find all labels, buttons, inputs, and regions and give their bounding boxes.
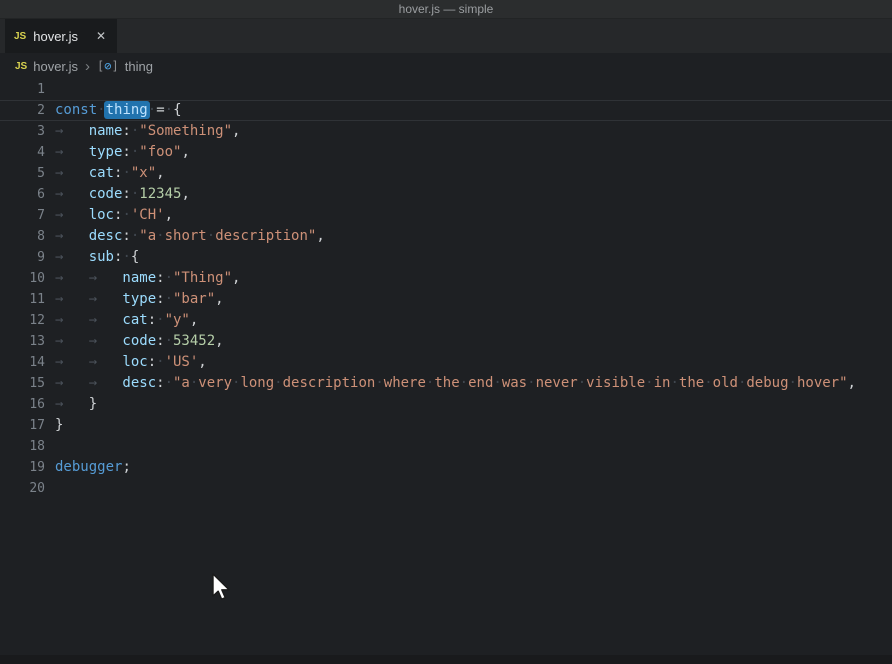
code-text: →→type:·"bar",: [45, 289, 892, 310]
line-number[interactable]: 9: [0, 247, 45, 268]
window-title: hover.js — simple: [399, 2, 494, 16]
titlebar[interactable]: hover.js — simple: [0, 0, 892, 19]
code-text: →→name:·"Thing",: [45, 268, 892, 289]
javascript-file-icon: JS: [14, 31, 26, 42]
code-line[interactable]: 10→→name:·"Thing",: [0, 268, 892, 289]
code-editor[interactable]: 12const·thing·=·{3→name:·"Something",4→t…: [0, 79, 892, 664]
code-text: debugger;: [45, 457, 892, 478]
line-number[interactable]: 7: [0, 205, 45, 226]
line-number[interactable]: 18: [0, 436, 45, 457]
line-number[interactable]: 2: [0, 100, 45, 121]
code-line[interactable]: 4→type:·"foo",: [0, 142, 892, 163]
code-text: →name:·"Something",: [45, 121, 892, 142]
line-number[interactable]: 16: [0, 394, 45, 415]
code-line[interactable]: 12→→cat:·"y",: [0, 310, 892, 331]
tab-label: hover.js: [33, 29, 87, 44]
code-text: }: [45, 415, 892, 436]
breadcrumb-symbol[interactable]: thing: [125, 59, 153, 74]
chevron-right-icon: ›: [85, 59, 90, 74]
line-number[interactable]: 1: [0, 79, 45, 100]
code-text: →→code:·53452,: [45, 331, 892, 352]
code-line[interactable]: 19debugger;: [0, 457, 892, 478]
code-text: →→loc:·'US',: [45, 352, 892, 373]
breadcrumb: JS hover.js › [⊘] thing: [0, 53, 892, 79]
code-text: →→cat:·"y",: [45, 310, 892, 331]
code-text: →→desc:·"a·very·long·description·where·t…: [45, 373, 892, 394]
javascript-file-icon: JS: [15, 61, 27, 72]
line-number[interactable]: 11: [0, 289, 45, 310]
code-line[interactable]: 15→→desc:·"a·very·long·description·where…: [0, 373, 892, 394]
code-text: →sub:·{: [45, 247, 892, 268]
code-line[interactable]: 2const·thing·=·{: [0, 100, 892, 121]
symbol-variable-icon: [⊘]: [97, 59, 119, 73]
line-number[interactable]: 8: [0, 226, 45, 247]
code-text: →desc:·"a·short·description",: [45, 226, 892, 247]
code-line[interactable]: 9→sub:·{: [0, 247, 892, 268]
code-text: [45, 478, 892, 499]
code-line[interactable]: 6→code:·12345,: [0, 184, 892, 205]
code-text: →cat:·"x",: [45, 163, 892, 184]
vscode-window: hover.js — simple JS hover.js ✕ JS hover…: [0, 0, 892, 664]
breadcrumb-file[interactable]: hover.js: [33, 59, 78, 74]
line-number[interactable]: 6: [0, 184, 45, 205]
line-number[interactable]: 15: [0, 373, 45, 394]
code-text: [45, 79, 892, 100]
highlighted-word: thing: [104, 101, 150, 119]
code-text: →code:·12345,: [45, 184, 892, 205]
code-text: →type:·"foo",: [45, 142, 892, 163]
line-number[interactable]: 10: [0, 268, 45, 289]
code-line[interactable]: 3→name:·"Something",: [0, 121, 892, 142]
close-tab-icon[interactable]: ✕: [94, 28, 108, 44]
line-number[interactable]: 20: [0, 478, 45, 499]
line-number[interactable]: 19: [0, 457, 45, 478]
line-number[interactable]: 12: [0, 310, 45, 331]
line-number[interactable]: 14: [0, 352, 45, 373]
code-line[interactable]: 11→→type:·"bar",: [0, 289, 892, 310]
line-number[interactable]: 17: [0, 415, 45, 436]
code-line[interactable]: 20: [0, 478, 892, 499]
code-line[interactable]: 1: [0, 79, 892, 100]
tab-hover-js[interactable]: JS hover.js ✕: [5, 19, 117, 53]
code-line[interactable]: 17}: [0, 415, 892, 436]
code-text: →}: [45, 394, 892, 415]
code-line[interactable]: 16→}: [0, 394, 892, 415]
code-text: →loc:·'CH',: [45, 205, 892, 226]
line-number[interactable]: 5: [0, 163, 45, 184]
code-area: 12const·thing·=·{3→name:·"Something",4→t…: [0, 79, 892, 499]
code-text: const·thing·=·{: [45, 100, 892, 121]
line-number[interactable]: 3: [0, 121, 45, 142]
code-line[interactable]: 5→cat:·"x",: [0, 163, 892, 184]
code-line[interactable]: 8→desc:·"a·short·description",: [0, 226, 892, 247]
tab-bar: JS hover.js ✕: [0, 19, 892, 53]
code-text: [45, 436, 892, 457]
code-line[interactable]: 7→loc:·'CH',: [0, 205, 892, 226]
line-number[interactable]: 13: [0, 331, 45, 352]
bottom-strip: [0, 655, 892, 664]
code-line[interactable]: 14→→loc:·'US',: [0, 352, 892, 373]
code-line[interactable]: 13→→code:·53452,: [0, 331, 892, 352]
code-line[interactable]: 18: [0, 436, 892, 457]
line-number[interactable]: 4: [0, 142, 45, 163]
